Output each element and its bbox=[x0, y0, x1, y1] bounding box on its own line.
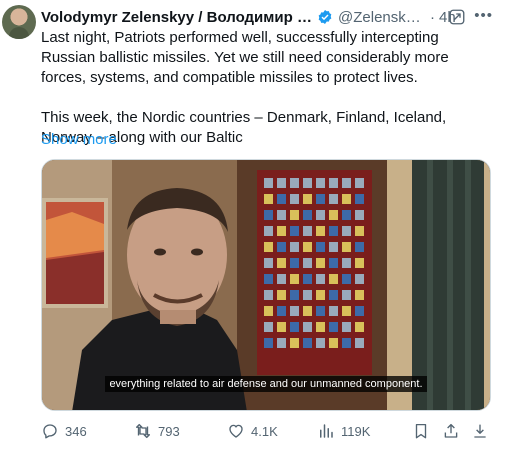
show-more-link[interactable]: Show more bbox=[41, 131, 117, 148]
reply-icon bbox=[43, 424, 57, 439]
tweet-header: Volodymyr Zelenskyy / Володимир Зелен… @… bbox=[41, 7, 501, 27]
reply-button[interactable]: 346 bbox=[41, 420, 87, 442]
verified-badge-icon bbox=[318, 10, 332, 24]
action-bar: 346 793 4.1K 119K bbox=[41, 420, 496, 442]
grok-icon[interactable] bbox=[448, 8, 466, 26]
video-player[interactable]: everything related to air defense and ou… bbox=[41, 159, 491, 411]
download-icon bbox=[474, 424, 486, 438]
retweet-button[interactable]: 793 bbox=[134, 420, 180, 442]
tweet-text: Last night, Patriots performed well, suc… bbox=[41, 29, 449, 146]
more-options-button[interactable]: ••• bbox=[474, 7, 493, 24]
author-handle[interactable]: @Zelensky… bbox=[338, 9, 426, 26]
bookmark-button[interactable] bbox=[412, 420, 430, 442]
views-count: 119K bbox=[341, 423, 371, 439]
bookmark-icon bbox=[415, 423, 427, 439]
video-caption: everything related to air defense and ou… bbox=[42, 374, 490, 392]
share-icon bbox=[444, 423, 458, 438]
retweet-icon bbox=[135, 423, 151, 439]
avatar[interactable] bbox=[2, 5, 36, 39]
reply-count: 346 bbox=[65, 423, 87, 439]
views-button[interactable]: 119K bbox=[317, 420, 370, 442]
separator-dot: · bbox=[430, 8, 435, 26]
like-count: 4.1K bbox=[251, 423, 278, 439]
views-icon bbox=[320, 424, 333, 438]
video-caption-text: everything related to air defense and ou… bbox=[105, 376, 427, 392]
heart-icon bbox=[229, 424, 243, 438]
share-button[interactable] bbox=[442, 420, 460, 442]
download-button[interactable] bbox=[471, 420, 489, 442]
retweet-count: 793 bbox=[158, 423, 180, 439]
tweet-card[interactable]: Volodymyr Zelenskyy / Володимир Зелен… @… bbox=[0, 0, 509, 450]
author-name[interactable]: Volodymyr Zelenskyy / Володимир Зелен… bbox=[41, 9, 314, 26]
like-button[interactable]: 4.1K bbox=[227, 420, 278, 442]
